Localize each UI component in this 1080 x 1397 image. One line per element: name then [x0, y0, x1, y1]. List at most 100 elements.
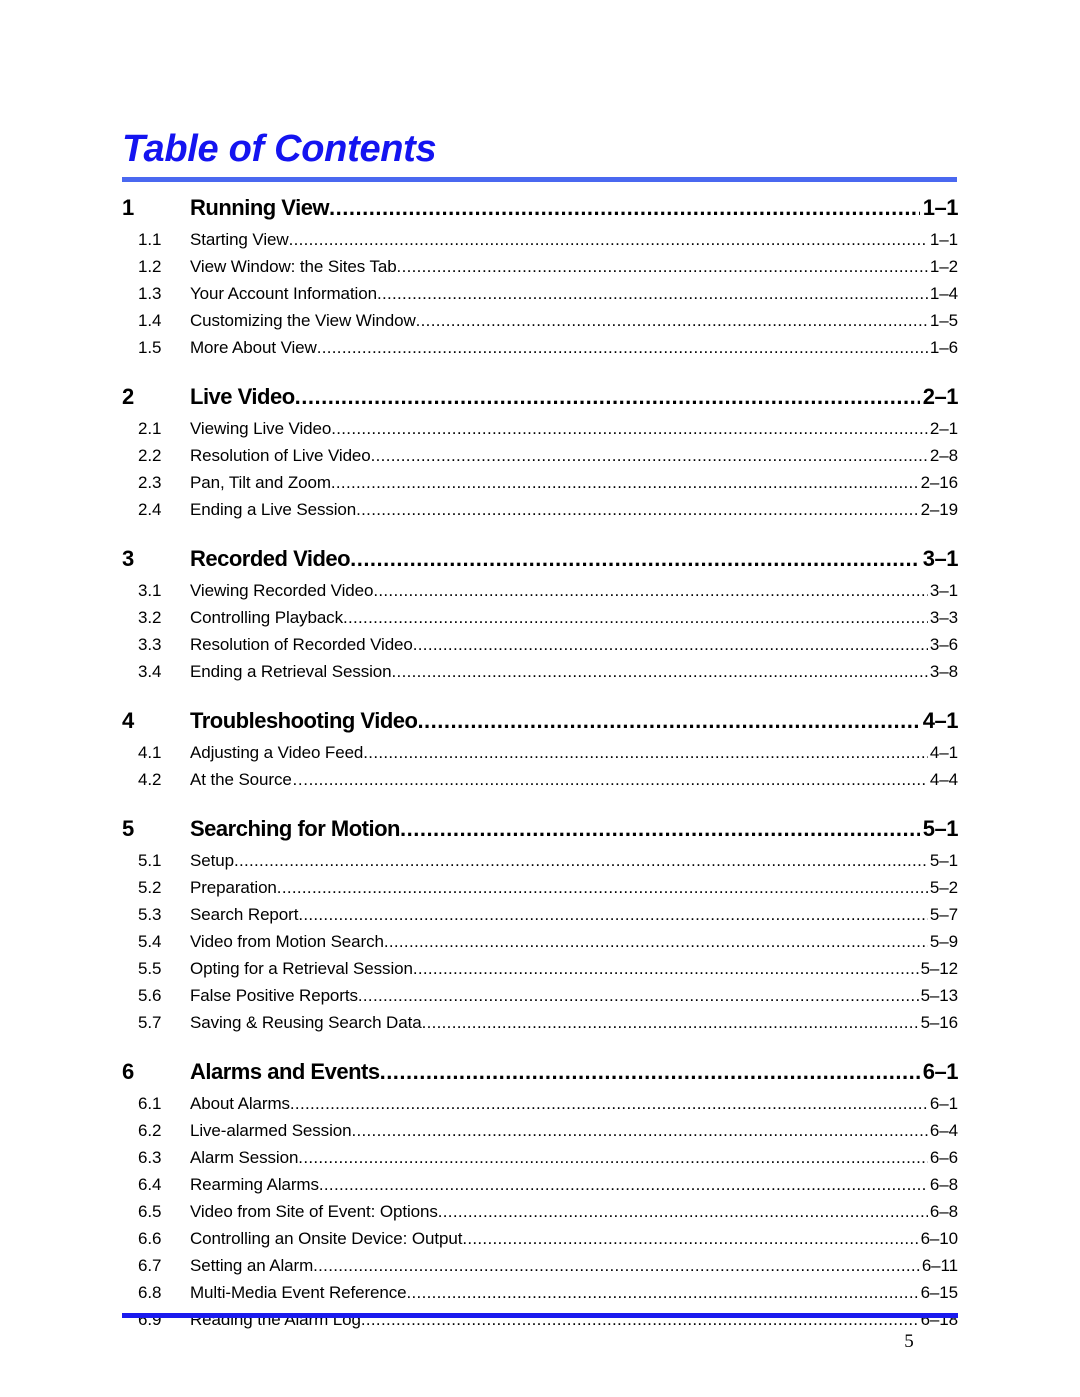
toc-section-entry[interactable]: 3.3 Resolution of Recorded Video.........…: [0, 632, 1080, 659]
toc-section-label: Setup: [190, 851, 234, 870]
toc-section-page-number: 6–6: [929, 1148, 958, 1167]
toc-leader-dots: ........................................…: [370, 446, 928, 465]
toc-section-entry[interactable]: 4.1 Adjusting a Video Feed...............…: [0, 740, 1080, 767]
toc-section-page-number: 5–7: [929, 905, 958, 924]
toc-section-page-number: 1–2: [929, 257, 958, 276]
toc-section-page-number: 2–16: [920, 473, 958, 492]
toc-section-entry[interactable]: 5.4 Video from Motion Search.............…: [0, 929, 1080, 956]
toc-section-page-number: 3–8: [929, 662, 958, 681]
toc-chapter-line: Searching for Motion....................…: [190, 814, 958, 844]
toc-leader-dots: ........................................…: [360, 1310, 919, 1329]
toc-chapter-block: 1 Running View...........................…: [0, 193, 1080, 362]
toc-leader-dots: ........................................…: [276, 878, 928, 897]
toc-section-entry[interactable]: 6.3 Alarm Session........................…: [0, 1145, 1080, 1172]
toc-leader-dots: ........................................…: [462, 1229, 918, 1248]
toc-chapter-number: 5: [122, 816, 134, 841]
toc-section-page-number: 2–1: [929, 419, 958, 438]
toc-section-entry[interactable]: 3.2 Controlling Playback.................…: [0, 605, 1080, 632]
toc-section-entry[interactable]: 5.1 Setup................................…: [0, 848, 1080, 875]
toc-section-entry[interactable]: 2.1 Viewing Live Video...................…: [0, 416, 1080, 443]
toc-section-label: Reading the Alarm Log: [190, 1310, 361, 1329]
toc-leader-dots: ........................................…: [400, 816, 920, 841]
toc-leader-dots: ........................................…: [437, 1202, 928, 1221]
toc-section-entry[interactable]: 6.4 Rearming Alarms......................…: [0, 1172, 1080, 1199]
toc-section-entry[interactable]: 3.4 Ending a Retrieval Session...........…: [0, 659, 1080, 686]
toc-chapter-entry[interactable]: 6 Alarms and Events......................…: [0, 1057, 1080, 1091]
toc-chapter-number: 6: [122, 1059, 134, 1084]
toc-section-label: Customizing the View Window: [190, 311, 416, 330]
toc-section-line: Live-alarmed Session....................…: [190, 1118, 958, 1143]
toc-section-entry[interactable]: 6.6 Controlling an Onsite Device: Output.…: [0, 1226, 1080, 1253]
toc-section-line: Multi-Media Event Reference.............…: [190, 1280, 958, 1305]
toc-chapter-page-number: 4–1: [922, 708, 958, 733]
toc-section-page-number: 5–16: [920, 1013, 958, 1032]
toc-section-page-number: 1–1: [929, 230, 958, 249]
toc-leader-dots: ........................................…: [313, 1256, 920, 1275]
toc-chapter-number: 2: [122, 384, 134, 409]
toc-section-label: At the Source…: [190, 770, 309, 789]
toc-chapter-page-number: 3–1: [922, 546, 958, 571]
toc-section-page-number: 6–1: [929, 1094, 958, 1113]
toc-section-number: 6.5: [138, 1202, 162, 1221]
toc-section-line: Ending a Live Session...................…: [190, 497, 958, 522]
toc-section-entry[interactable]: 6.2 Live-alarmed Session.................…: [0, 1118, 1080, 1145]
toc-leader-dots: ........................................…: [415, 311, 928, 330]
toc-section-entry[interactable]: 2.3 Pan, Tilt and Zoom...................…: [0, 470, 1080, 497]
toc-section-entry[interactable]: 1.5 More About View......................…: [0, 335, 1080, 362]
toc-section-entry[interactable]: 6.8 Multi-Media Event Reference..........…: [0, 1280, 1080, 1307]
toc-section-entry[interactable]: 6.1 About Alarms.........................…: [0, 1091, 1080, 1118]
toc-section-entry[interactable]: 2.4 Ending a Live Session................…: [0, 497, 1080, 524]
toc-section-entry[interactable]: 2.2 Resolution of Live Video.............…: [0, 443, 1080, 470]
toc-section-entry[interactable]: 5.5 Opting for a Retrieval Session.......…: [0, 956, 1080, 983]
toc-section-entry[interactable]: 1.1 Starting View........................…: [0, 227, 1080, 254]
toc-section-line: Rearming Alarms.........................…: [190, 1172, 958, 1197]
toc-leader-dots: ........................................…: [288, 230, 928, 249]
toc-section-number: 5.3: [138, 905, 162, 924]
toc-section-entry[interactable]: 1.3 Your Account Information.............…: [0, 281, 1080, 308]
toc-section-entry[interactable]: 5.6 False Positive Reports...............…: [0, 983, 1080, 1010]
toc-section-line: Reading the Alarm Log...................…: [190, 1307, 958, 1332]
toc-section-line: Alarm Session...........................…: [190, 1145, 958, 1170]
toc-section-entry[interactable]: 5.7 Saving & Reusing Search Data.........…: [0, 1010, 1080, 1037]
toc-section-entry[interactable]: 5.2 Preparation..........................…: [0, 875, 1080, 902]
toc-section-page-number: 5–2: [929, 878, 958, 897]
toc-leader-dots: ........................................…: [350, 546, 920, 571]
toc-section-line: Preparation.............................…: [190, 875, 958, 900]
toc-section-number: 2.2: [138, 446, 162, 465]
toc-section-entry[interactable]: 4.2 At the Source….......................…: [0, 767, 1080, 794]
toc-section-label: Alarm Session: [190, 1148, 299, 1167]
toc-section-entry[interactable]: 6.5 Video from Site of Event: Options....…: [0, 1199, 1080, 1226]
toc-section-label: Video from Site of Event: Options: [190, 1202, 438, 1221]
toc-chapter-number: 3: [122, 546, 134, 571]
toc-leader-dots: ........................................…: [421, 1013, 919, 1032]
toc-leader-dots: ........................................…: [363, 743, 928, 762]
toc-section-page-number: 2–19: [920, 500, 958, 519]
toc-section-entry[interactable]: 6.7 Setting an Alarm.....................…: [0, 1253, 1080, 1280]
toc-chapter-block: 2 Live Video.............................…: [0, 382, 1080, 524]
toc-chapter-block: 3 Recorded Video.........................…: [0, 544, 1080, 686]
toc-leader-dots: ........................................…: [412, 959, 919, 978]
toc-leader-dots: ........................................…: [342, 608, 928, 627]
toc-section-line: Resolution of Live Video................…: [190, 443, 958, 468]
toc-chapter-entry[interactable]: 3 Recorded Video.........................…: [0, 544, 1080, 578]
toc-section-entry[interactable]: 3.1 Viewing Recorded Video...............…: [0, 578, 1080, 605]
toc-section-entry[interactable]: 1.4 Customizing the View Window..........…: [0, 308, 1080, 335]
toc-chapter-entry[interactable]: 5 Searching for Motion...................…: [0, 814, 1080, 848]
toc-chapter-entry[interactable]: 4 Troubleshooting Video..................…: [0, 706, 1080, 740]
toc-chapter-line: Alarms and Events.......................…: [190, 1057, 958, 1087]
toc-chapter-label: Troubleshooting Video: [190, 708, 418, 733]
toc-section-entry[interactable]: 1.2 View Window: the Sites Tab...........…: [0, 254, 1080, 281]
toc-section-label: Search Report: [190, 905, 299, 924]
toc-section-label: Viewing Recorded Video: [190, 581, 374, 600]
toc-chapter-entry[interactable]: 2 Live Video.............................…: [0, 382, 1080, 416]
toc-section-entry[interactable]: 5.3 Search Report........................…: [0, 902, 1080, 929]
toc-section-number: 6.6: [138, 1229, 162, 1248]
toc-section-label: Viewing Live Video: [190, 419, 332, 438]
toc-chapter-page-number: 6–1: [922, 1059, 958, 1084]
toc-section-label: Controlling Playback: [190, 608, 343, 627]
toc-section-line: At the Source…..........................…: [190, 767, 958, 792]
toc-chapter-page-number: 2–1: [922, 384, 958, 409]
toc-section-page-number: 1–4: [929, 284, 958, 303]
toc-leader-dots: ........................................…: [308, 770, 928, 789]
toc-chapter-entry[interactable]: 1 Running View...........................…: [0, 193, 1080, 227]
